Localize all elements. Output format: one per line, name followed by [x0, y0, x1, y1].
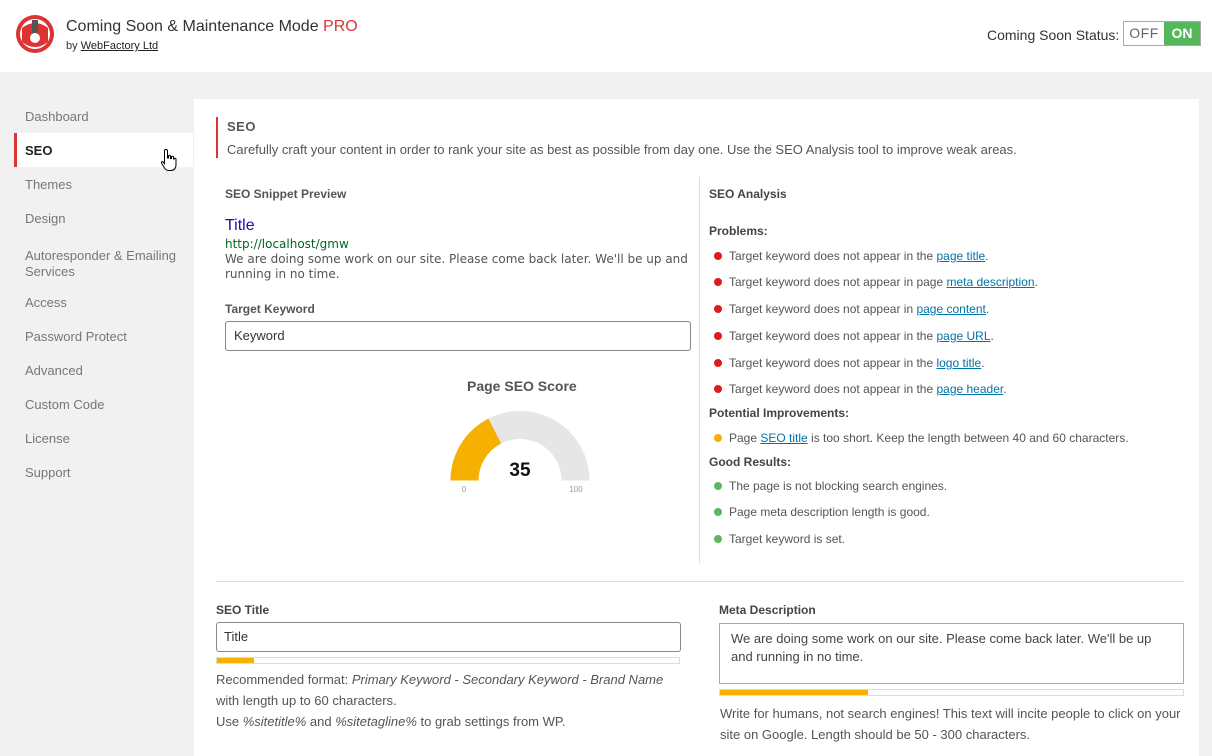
- red-dot-icon: [714, 278, 722, 286]
- problem-item: Target keyword does not appear in the pa…: [709, 329, 994, 343]
- byline: by WebFactory Ltd: [66, 40, 159, 52]
- gauge-max: 100: [569, 485, 583, 494]
- problem-item: Target keyword does not appear in the lo…: [709, 356, 985, 370]
- problem-link[interactable]: page URL: [936, 329, 990, 343]
- meta-description-help: Write for humans, not search engines! Th…: [720, 706, 1181, 742]
- sidebar-item-custom-code[interactable]: Custom Code: [14, 387, 193, 421]
- sidebar-item-themes[interactable]: Themes: [14, 167, 193, 201]
- app-title: Coming Soon & Maintenance Mode PRO: [66, 18, 358, 35]
- status-toggle[interactable]: OFF ON: [1123, 21, 1201, 46]
- green-dot-icon: [714, 508, 722, 516]
- top-header: Coming Soon & Maintenance Mode PRO by We…: [0, 0, 1212, 72]
- target-keyword-input[interactable]: Keyword: [225, 321, 691, 351]
- good-results-label: Good Results:: [709, 455, 792, 469]
- snippet-url: http://localhost/gmw: [225, 237, 349, 251]
- sidebar-item-license[interactable]: License: [14, 421, 193, 455]
- target-keyword-label: Target Keyword: [225, 302, 315, 316]
- meta-description-length-bar: [719, 689, 1184, 696]
- seo-title-input[interactable]: Title: [216, 622, 681, 652]
- snippet-preview-heading: SEO Snippet Preview: [225, 187, 347, 201]
- red-dot-icon: [714, 359, 722, 367]
- status-label: Coming Soon Status:: [987, 27, 1120, 43]
- sidebar-item-password-protect[interactable]: Password Protect: [14, 319, 193, 353]
- meta-description-textarea[interactable]: We are doing some work on our site. Plea…: [719, 623, 1184, 684]
- section-title: SEO: [227, 119, 256, 134]
- seo-title-help: Recommended format: Primary Keyword - Se…: [216, 672, 664, 729]
- sidebar-item-access[interactable]: Access: [14, 285, 193, 319]
- problem-link[interactable]: logo title: [936, 356, 981, 370]
- good-item: Target keyword is set.: [709, 532, 845, 546]
- problem-item: Target keyword does not appear in page c…: [709, 302, 989, 316]
- improvement-item: Page SEO title is too short. Keep the le…: [709, 431, 1129, 445]
- green-dot-icon: [714, 482, 722, 490]
- toggle-on[interactable]: ON: [1164, 22, 1200, 45]
- orange-dot-icon: [714, 434, 722, 442]
- problem-link[interactable]: page content: [916, 302, 985, 316]
- green-dot-icon: [714, 535, 722, 543]
- red-dot-icon: [714, 252, 722, 260]
- gauge-value: 35: [509, 460, 531, 481]
- problem-link[interactable]: meta description: [946, 275, 1034, 289]
- logo-icon: [16, 15, 54, 53]
- company-link[interactable]: WebFactory Ltd: [81, 40, 158, 52]
- good-item: Page meta description length is good.: [709, 505, 930, 519]
- column-divider: [699, 177, 700, 563]
- section-header: SEO Carefully craft your content in orde…: [216, 117, 1017, 158]
- section-divider: [216, 581, 1184, 582]
- snippet-title: Title: [225, 217, 255, 234]
- seo-title-label: SEO Title: [216, 603, 270, 617]
- hand-cursor-icon: [160, 148, 177, 171]
- section-description: Carefully craft your content in order to…: [227, 142, 1017, 157]
- gauge-min: 0: [462, 485, 467, 494]
- seo-score-gauge: 35 0 100: [450, 411, 590, 494]
- problem-link[interactable]: page header: [936, 382, 1003, 396]
- seo-score-title: Page SEO Score: [467, 378, 577, 394]
- seo-title-length-fill: [217, 658, 254, 663]
- improvements-label: Potential Improvements:: [709, 406, 850, 420]
- problem-item: Target keyword does not appear in the pa…: [709, 382, 1007, 396]
- red-dot-icon: [714, 305, 722, 313]
- analysis-heading: SEO Analysis: [709, 187, 787, 201]
- pro-badge: PRO: [323, 18, 358, 35]
- problem-item: Target keyword does not appear in the pa…: [709, 249, 989, 263]
- sidebar-item-autoresponder[interactable]: Autoresponder & Emailing Services: [14, 235, 193, 285]
- sidebar-item-support[interactable]: Support: [14, 455, 193, 489]
- meta-description-length-fill: [720, 690, 869, 695]
- red-dot-icon: [714, 385, 722, 393]
- toggle-off[interactable]: OFF: [1124, 22, 1164, 45]
- sidebar-item-design[interactable]: Design: [14, 201, 193, 235]
- seo-title-length-bar: [216, 657, 680, 664]
- sidebar-item-dashboard[interactable]: Dashboard: [14, 99, 193, 133]
- problem-item: Target keyword does not appear in page m…: [709, 275, 1038, 289]
- sidebar-item-advanced[interactable]: Advanced: [14, 353, 193, 387]
- snippet-description: We are doing some work on our site. Plea…: [225, 252, 688, 281]
- problems-label: Problems:: [709, 224, 768, 238]
- red-dot-icon: [714, 332, 722, 340]
- meta-description-label: Meta Description: [719, 603, 816, 617]
- improvement-link[interactable]: SEO title: [760, 431, 807, 445]
- problem-link[interactable]: page title: [936, 249, 985, 263]
- good-item: The page is not blocking search engines.: [709, 479, 947, 493]
